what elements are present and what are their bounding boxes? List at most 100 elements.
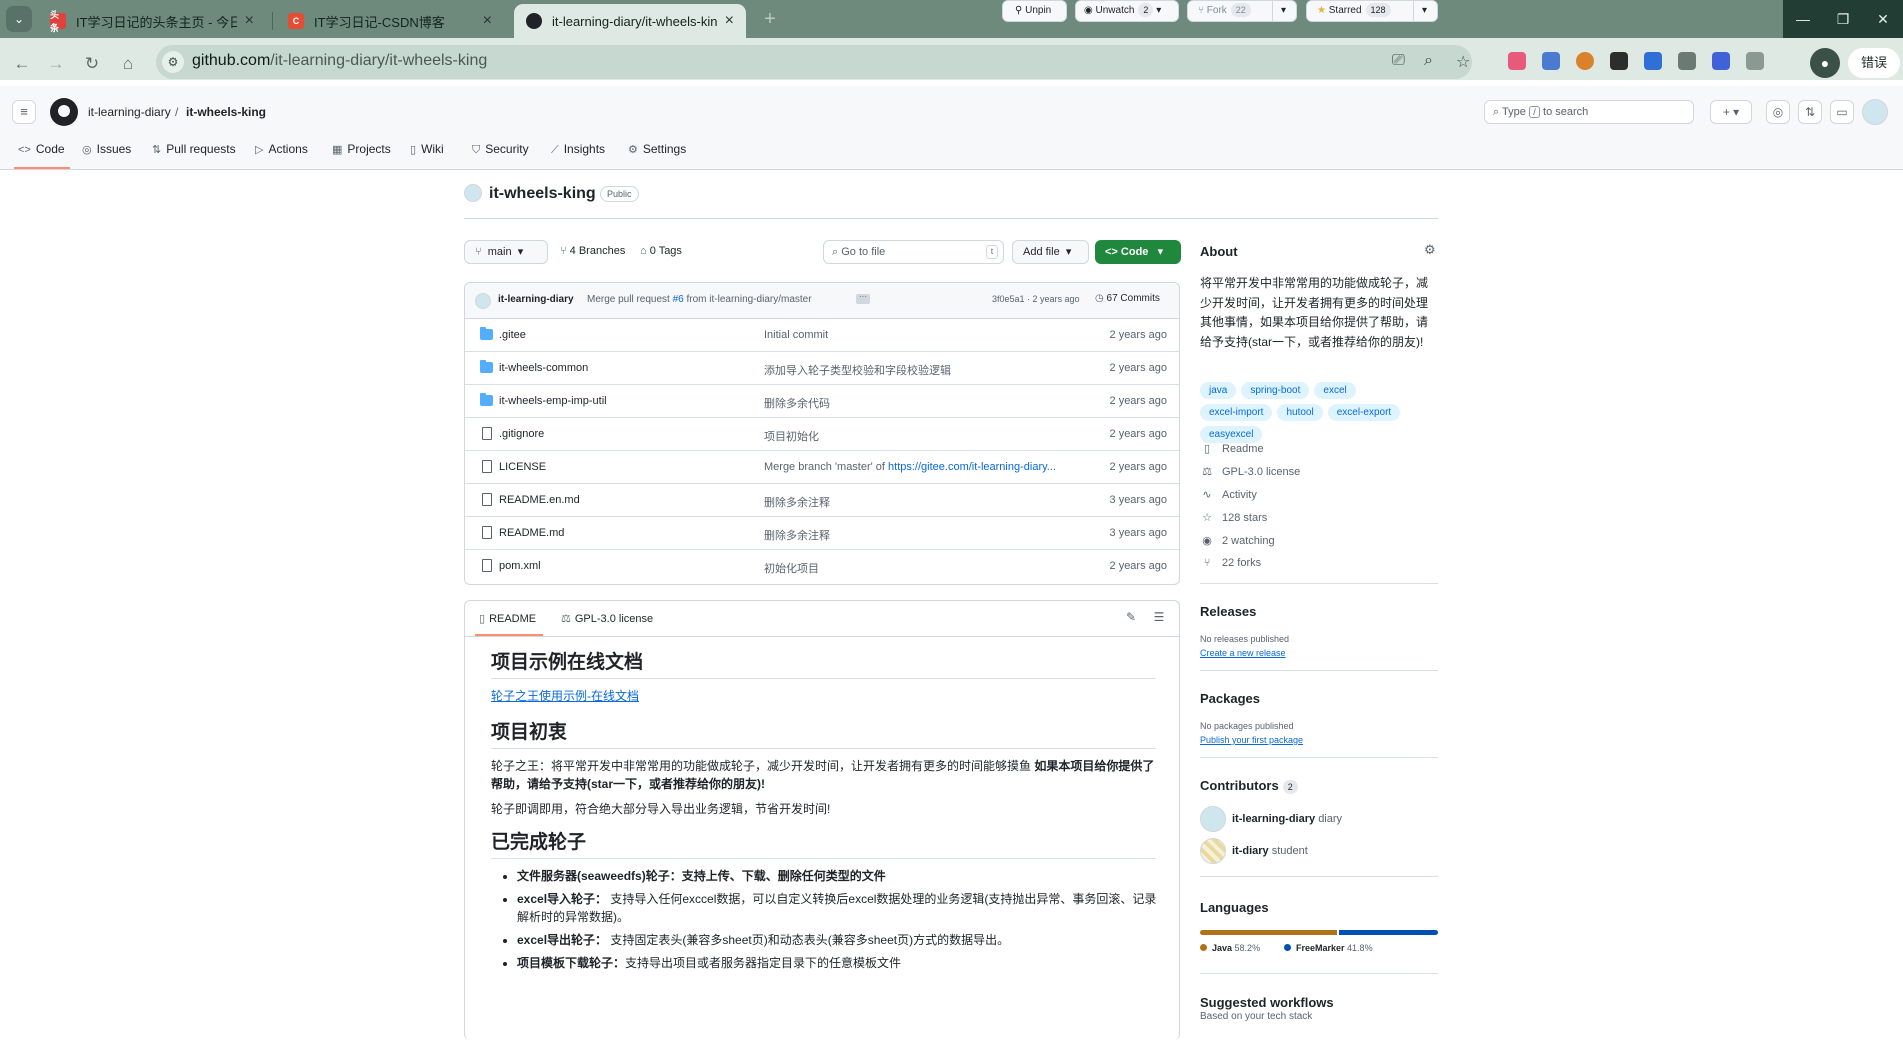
topic-tag[interactable]: excel-export: [1327, 404, 1401, 421]
chevron-down-icon[interactable]: ▾: [1422, 1, 1427, 21]
edit-pencil-icon[interactable]: ✎: [1123, 610, 1139, 624]
tab-csdn[interactable]: C IT学习日记-CSDN博客 ×: [276, 4, 504, 38]
extension-7-icon[interactable]: [1712, 52, 1730, 70]
file-name[interactable]: it-wheels-common: [499, 362, 588, 374]
file-name[interactable]: .gitee: [499, 329, 526, 341]
tab-issues[interactable]: ◎ Issues: [82, 142, 131, 156]
tab-security[interactable]: ⛉ Security: [472, 142, 529, 157]
profile-error-button[interactable]: 错误: [1848, 48, 1900, 78]
language-java[interactable]: Java 58.2%: [1200, 943, 1260, 953]
reload-icon[interactable]: ↻: [78, 50, 106, 78]
create-release-link[interactable]: Create a new release: [1200, 648, 1286, 658]
file-row[interactable]: it-wheels-common 添加导入轮子类型校验和字段校验逻辑 2 yea…: [465, 352, 1179, 385]
publish-package-link[interactable]: Publish your first package: [1200, 735, 1303, 745]
language-freemarker[interactable]: FreeMarker 41.8%: [1284, 943, 1373, 953]
repo-owner-avatar[interactable]: [464, 184, 482, 202]
tab-search-button[interactable]: ⌄: [6, 6, 32, 32]
restore-button[interactable]: ❐: [1823, 0, 1863, 38]
go-to-file-input[interactable]: ⌕ Go to file t: [823, 240, 1004, 264]
pull-requests-icon[interactable]: ⇅: [1798, 100, 1822, 124]
chevron-down-icon[interactable]: ▾: [1281, 1, 1286, 21]
file-commit-message[interactable]: 项目初始化: [764, 428, 819, 444]
tab-readme[interactable]: ▯ README: [479, 612, 536, 625]
topic-tag[interactable]: spring-boot: [1241, 382, 1310, 399]
topic-tag[interactable]: java: [1200, 382, 1237, 399]
file-row[interactable]: pom.xml 初始化项目 2 years ago: [465, 550, 1179, 583]
site-info-icon[interactable]: ⚙: [162, 51, 184, 73]
forward-icon[interactable]: →: [42, 50, 70, 78]
menu-icon[interactable]: ≡: [12, 100, 36, 124]
close-icon[interactable]: ×: [483, 12, 492, 30]
contributor-avatar[interactable]: [1200, 806, 1226, 832]
profile-avatar-icon[interactable]: ●: [1810, 48, 1840, 78]
activity-link[interactable]: ∿ Activity: [1200, 488, 1256, 501]
file-name[interactable]: README.en.md: [499, 494, 580, 506]
forks-link[interactable]: ⑂ 22 forks: [1200, 557, 1261, 569]
branches-link[interactable]: ⑂ 4 Branches: [560, 245, 625, 257]
code-button[interactable]: <> Code ▾: [1095, 240, 1181, 264]
commit-author[interactable]: it-learning-diary: [498, 294, 574, 305]
home-icon[interactable]: ⌂: [114, 50, 142, 78]
topic-tag[interactable]: easyexcel: [1200, 426, 1263, 443]
file-row[interactable]: README.md 删除多余注释 3 years ago: [465, 517, 1179, 550]
tab-toutiao[interactable]: 头条 IT学习日记的头条主页 - 今日头条 ×: [38, 4, 266, 38]
search-input[interactable]: ⌕ Type / to search: [1484, 100, 1694, 124]
inbox-icon[interactable]: ▭: [1830, 100, 1854, 124]
unpin-button[interactable]: ⚲ Unpin: [1002, 0, 1067, 22]
tab-github[interactable]: it-learning-diary/it-wheels-king ×: [514, 4, 746, 38]
close-icon[interactable]: ×: [245, 12, 254, 30]
minimize-button[interactable]: —: [1783, 0, 1823, 38]
gear-icon[interactable]: ⚙: [1424, 242, 1436, 258]
tab-actions[interactable]: ▷ Actions: [255, 142, 308, 156]
fork-button[interactable]: ⑂ Fork 22 ▾: [1187, 0, 1297, 22]
contributor-entry[interactable]: it-learning-diary diary: [1232, 813, 1342, 825]
commits-link[interactable]: ◷ 67 Commits: [1095, 293, 1160, 304]
packages-title[interactable]: Packages: [1200, 691, 1260, 706]
extension-6-icon[interactable]: [1678, 52, 1696, 70]
contributor-avatar[interactable]: [1200, 838, 1226, 864]
extension-1-icon[interactable]: [1508, 52, 1526, 70]
file-row[interactable]: it-wheels-emp-imp-util 删除多余代码 2 years ag…: [465, 385, 1179, 418]
outline-list-icon[interactable]: ☰: [1151, 610, 1167, 624]
github-logo-icon[interactable]: [50, 98, 78, 126]
issues-icon[interactable]: ◎: [1766, 100, 1790, 124]
pr-link[interactable]: #6: [673, 294, 684, 305]
star-button[interactable]: ★ Starred 128 ▾: [1306, 0, 1438, 22]
contributor-entry[interactable]: it-diary student: [1232, 845, 1308, 857]
tab-pull-requests[interactable]: ⇅ Pull requests: [152, 142, 236, 156]
tab-settings[interactable]: ⚙ Settings: [628, 142, 686, 156]
repo-title[interactable]: it-wheels-king: [489, 185, 596, 203]
tab-insights[interactable]: ⟋ Insights: [551, 142, 605, 157]
tab-wiki[interactable]: ▯ Wiki: [410, 142, 444, 156]
file-name[interactable]: README.md: [499, 527, 564, 539]
add-file-button[interactable]: Add file ▾: [1012, 240, 1089, 264]
file-row[interactable]: LICENSE Merge branch 'master' of https:/…: [465, 451, 1179, 484]
expand-commit-button[interactable]: ···: [856, 293, 870, 304]
close-icon[interactable]: ×: [725, 12, 734, 30]
branch-selector[interactable]: ⑂ main ▾: [464, 240, 548, 264]
file-commit-message[interactable]: 删除多余注释: [764, 527, 830, 543]
file-name[interactable]: .gitignore: [499, 428, 544, 440]
zoom-icon[interactable]: ⌕: [1424, 52, 1433, 70]
license-link[interactable]: ⚖ GPL-3.0 license: [1200, 465, 1300, 478]
extension-4-icon[interactable]: [1610, 52, 1628, 70]
tab-code[interactable]: <> Code: [18, 142, 65, 156]
bookmark-star-icon[interactable]: ☆: [1456, 52, 1470, 72]
tab-license[interactable]: ⚖ GPL-3.0 license: [561, 612, 653, 625]
topic-tag[interactable]: excel: [1314, 382, 1356, 399]
releases-title[interactable]: Releases: [1200, 604, 1256, 619]
topic-tag[interactable]: excel-import: [1200, 404, 1273, 421]
file-commit-message[interactable]: 添加导入轮子类型校验和字段校验逻辑: [764, 362, 951, 378]
online-doc-link[interactable]: 轮子之王使用示例-在线文档: [491, 689, 639, 703]
extension-5-icon[interactable]: [1644, 52, 1662, 70]
commit-message[interactable]: Merge pull request #6 from it-learning-d…: [587, 294, 812, 305]
file-commit-message[interactable]: Initial commit: [764, 329, 828, 341]
window-close-button[interactable]: ✕: [1863, 0, 1903, 38]
extensions-puzzle-icon[interactable]: [1746, 52, 1764, 70]
tags-link[interactable]: ⌂ 0 Tags: [640, 245, 682, 257]
download-extension-icon[interactable]: [1542, 52, 1560, 70]
commit-sha-time[interactable]: 3f0e5a1 · 2 years ago: [992, 294, 1080, 304]
extension-3-icon[interactable]: [1576, 52, 1594, 70]
file-name[interactable]: LICENSE: [499, 461, 546, 473]
commit-author-avatar[interactable]: [475, 293, 491, 309]
